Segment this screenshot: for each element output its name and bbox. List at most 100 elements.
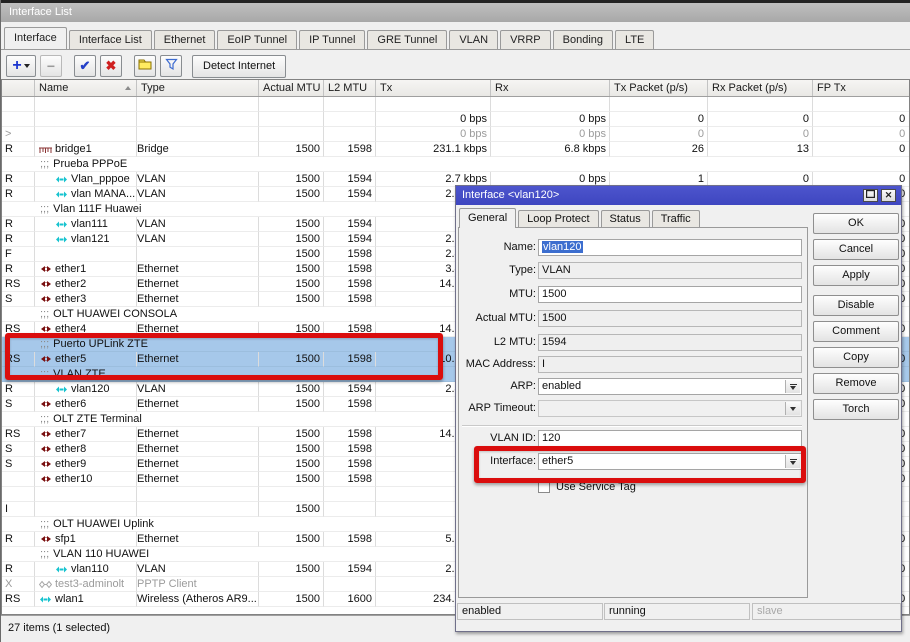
tab-bonding[interactable]: Bonding	[553, 30, 613, 49]
cell-l2: 1598	[324, 397, 376, 412]
column-header-rx[interactable]: Rx	[491, 80, 610, 96]
dialog-tab-general[interactable]: General	[459, 208, 516, 228]
ethernet-icon	[39, 265, 52, 273]
cell-flag: S	[2, 397, 35, 412]
table-row[interactable]: Rbridge1Bridge15001598231.1 kbps6.8 kbps…	[2, 142, 910, 157]
tab-vlan[interactable]: VLAN	[449, 30, 498, 49]
cell-type: VLAN	[137, 562, 259, 577]
ok-button[interactable]: OK	[813, 213, 899, 234]
comment-marker: ;;;	[40, 308, 49, 320]
cell-type	[137, 97, 259, 112]
remove-button[interactable]: −	[40, 55, 62, 77]
cell-amtu	[259, 487, 324, 502]
column-header-l2-mtu[interactable]: L2 MTU	[324, 80, 376, 96]
disable-button[interactable]: ✖	[100, 55, 122, 77]
cell-l2	[324, 97, 376, 112]
field-input-actual-mtu-[interactable]: 1500	[538, 310, 802, 327]
comment-text: OLT ZTE Terminal	[53, 413, 142, 425]
ethernet-icon	[39, 445, 52, 453]
tab-lte[interactable]: LTE	[615, 30, 654, 49]
copy-button[interactable]: Copy	[813, 347, 899, 368]
dropdown-arrow-icon[interactable]	[785, 380, 800, 393]
tab-gre-tunnel[interactable]: GRE Tunnel	[367, 30, 447, 49]
cell-l2: 1594	[324, 232, 376, 247]
cell-flag: I	[2, 502, 35, 517]
comment-row[interactable]: ;;;Prueba PPPoE	[2, 157, 910, 172]
cell-l2: 1598	[324, 472, 376, 487]
tab-vrrp[interactable]: VRRP	[500, 30, 551, 49]
remove-button[interactable]: Remove	[813, 373, 899, 394]
dialog-tab-status[interactable]: Status	[601, 210, 650, 228]
column-header-type[interactable]: Type	[137, 80, 259, 96]
cell-name: sfp1	[35, 532, 137, 547]
field-input-type-[interactable]: VLAN	[538, 262, 802, 279]
close-icon[interactable]: ✕	[881, 189, 896, 202]
cell-type	[137, 112, 259, 127]
field-input-l2-mtu-[interactable]: 1594	[538, 334, 802, 351]
tab-eoip-tunnel[interactable]: EoIP Tunnel	[217, 30, 297, 49]
tab-ip-tunnel[interactable]: IP Tunnel	[299, 30, 365, 49]
add-button[interactable]: +	[6, 55, 36, 77]
cell-txp: 0	[610, 112, 708, 127]
field-label-vlan-id-: VLAN ID:	[458, 430, 536, 447]
interface-name: vlan MANA...	[71, 187, 135, 201]
field-input-mtu-[interactable]: 1500	[538, 286, 802, 303]
status-cell-enabled: enabled	[457, 603, 603, 620]
table-header[interactable]: NameTypeActual MTUL2 MTUTxRxTx Packet (p…	[2, 80, 910, 97]
disable-button[interactable]: Disable	[813, 295, 899, 316]
cell-amtu: 1500	[259, 442, 324, 457]
tab-interface[interactable]: Interface	[4, 27, 67, 49]
field-label-arp-timeout-: ARP Timeout:	[458, 400, 536, 417]
comment-button[interactable]	[134, 55, 156, 77]
cell-l2: 1598	[324, 457, 376, 472]
cell-amtu: 1500	[259, 457, 324, 472]
column-header-tx[interactable]: Tx	[376, 80, 491, 96]
torch-button[interactable]: Torch	[813, 399, 899, 420]
interface-dialog: Interface <vlan120> ✕ GeneralLoop Protec…	[455, 185, 902, 632]
detect-internet-button[interactable]: Detect Internet	[192, 55, 286, 78]
dropdown-arrow-icon[interactable]	[785, 402, 800, 415]
column-header-tx-packet-p-s-[interactable]: Tx Packet (p/s)	[610, 80, 708, 96]
table-row[interactable]: >0 bps0 bps000 bps	[2, 127, 910, 142]
column-header-fp-tx[interactable]: FP Tx	[813, 80, 910, 96]
field-input-mac-address-[interactable]: I	[538, 356, 802, 373]
enable-button[interactable]: ✔	[74, 55, 96, 77]
tab-divider	[0, 49, 910, 50]
cell-amtu: 1500	[259, 232, 324, 247]
cell-l2: 1598	[324, 292, 376, 307]
cell-name	[35, 247, 137, 262]
cell-l2: 1598	[324, 247, 376, 262]
field-input-arp-[interactable]: enabled	[538, 378, 802, 395]
cell-type: Ethernet	[137, 262, 259, 277]
column-header-flags[interactable]	[2, 80, 35, 96]
interface-name: wlan1	[55, 592, 84, 606]
column-header-name[interactable]: Name	[35, 80, 137, 96]
apply-button[interactable]: Apply	[813, 265, 899, 286]
maximize-icon[interactable]	[863, 189, 878, 202]
field-label-name-: Name:	[458, 239, 536, 256]
table-row[interactable]: 0 bps0 bps000 bps	[2, 112, 910, 127]
dialog-tab-traffic[interactable]: Traffic	[652, 210, 700, 228]
section-divider	[462, 425, 802, 427]
field-input-name-[interactable]: vlan120	[538, 239, 802, 256]
cell-name	[35, 97, 137, 112]
cancel-button[interactable]: Cancel	[813, 239, 899, 260]
ethernet-icon	[39, 430, 52, 438]
cell-name: ether1	[35, 262, 137, 277]
tab-interface-list[interactable]: Interface List	[69, 30, 152, 49]
field-value: enabled	[542, 380, 581, 392]
window-titlebar[interactable]: Interface List	[1, 3, 910, 22]
cell-flag	[2, 472, 35, 487]
filter-button[interactable]	[160, 55, 182, 77]
column-header-actual-mtu[interactable]: Actual MTU	[259, 80, 324, 96]
dialog-titlebar[interactable]: Interface <vlan120>	[456, 186, 901, 205]
field-input-arp-timeout-[interactable]	[538, 400, 802, 417]
comment-button[interactable]: Comment	[813, 321, 899, 342]
table-row[interactable]	[2, 97, 910, 112]
tab-ethernet[interactable]: Ethernet	[154, 30, 216, 49]
field-label-arp-: ARP:	[458, 378, 536, 395]
cell-l2: 1594	[324, 187, 376, 202]
column-header-rx-packet-p-s-[interactable]: Rx Packet (p/s)	[708, 80, 813, 96]
dialog-tab-loop-protect[interactable]: Loop Protect	[518, 210, 598, 228]
field-input-vlan-id-[interactable]: 120	[538, 430, 802, 447]
